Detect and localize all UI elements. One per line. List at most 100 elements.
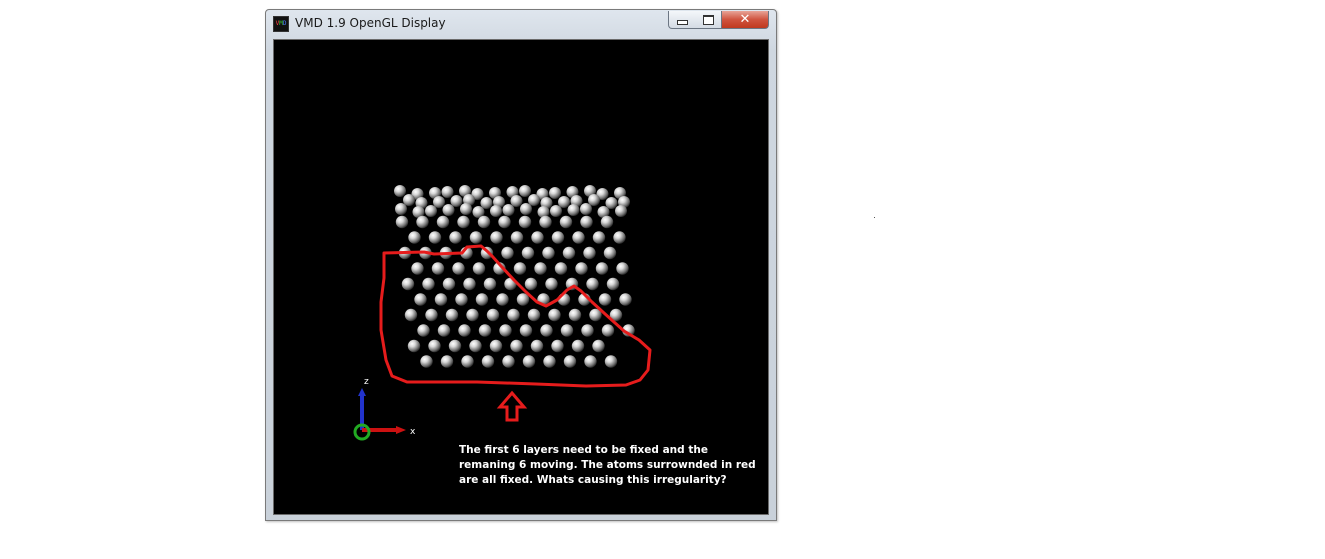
atom bbox=[445, 308, 459, 322]
atom bbox=[571, 339, 585, 353]
atom bbox=[568, 308, 582, 322]
atom bbox=[498, 215, 511, 229]
atom bbox=[527, 308, 541, 322]
axes-indicator: z x bbox=[353, 377, 416, 441]
atom bbox=[531, 231, 544, 244]
atom bbox=[401, 277, 415, 291]
atom bbox=[551, 339, 564, 353]
atom bbox=[448, 339, 462, 353]
atom bbox=[598, 293, 612, 306]
atom bbox=[562, 246, 576, 260]
vmd-display-window: VMD VMD 1.9 OpenGL Display ✕ z x The fir… bbox=[265, 9, 777, 521]
atom bbox=[395, 203, 407, 215]
minimize-icon bbox=[676, 20, 688, 25]
atom bbox=[548, 308, 561, 322]
atom bbox=[572, 231, 585, 244]
maximize-button[interactable] bbox=[695, 11, 722, 29]
atom bbox=[603, 246, 617, 260]
atom bbox=[404, 308, 418, 322]
title-bar[interactable]: VMD VMD 1.9 OpenGL Display ✕ bbox=[266, 10, 776, 39]
annotation-note: The first 6 layers need to be fixed and … bbox=[459, 444, 756, 486]
stray-dot bbox=[874, 217, 875, 218]
atom bbox=[567, 204, 580, 216]
atom bbox=[560, 324, 574, 337]
atom bbox=[586, 277, 599, 291]
atom bbox=[442, 204, 455, 216]
atom bbox=[615, 205, 627, 217]
atom bbox=[519, 324, 533, 337]
atom bbox=[501, 246, 514, 260]
atom bbox=[592, 231, 606, 244]
atom bbox=[490, 231, 503, 244]
atom bbox=[414, 293, 427, 306]
atom bbox=[478, 324, 492, 337]
atom bbox=[528, 194, 540, 206]
atom bbox=[403, 194, 415, 206]
atom bbox=[499, 324, 512, 337]
atom bbox=[449, 231, 462, 244]
atom bbox=[452, 262, 465, 275]
atom bbox=[604, 355, 618, 368]
atom bbox=[522, 355, 536, 368]
atom bbox=[434, 293, 448, 306]
atom bbox=[513, 262, 527, 275]
atom bbox=[540, 324, 553, 337]
close-button[interactable]: ✕ bbox=[722, 11, 769, 29]
atom bbox=[502, 355, 515, 368]
atom bbox=[428, 231, 442, 244]
atom bbox=[469, 231, 483, 244]
atom bbox=[580, 203, 592, 215]
atom bbox=[588, 194, 600, 206]
atom bbox=[425, 205, 437, 217]
atom bbox=[520, 203, 532, 215]
atom bbox=[510, 339, 523, 353]
atom bbox=[600, 215, 614, 229]
atom bbox=[422, 277, 435, 291]
atom bbox=[394, 185, 406, 197]
atom bbox=[551, 231, 565, 244]
atom bbox=[510, 231, 524, 244]
atom bbox=[416, 215, 429, 229]
atom-lattice bbox=[394, 185, 635, 368]
atom bbox=[557, 293, 571, 306]
atom bbox=[428, 339, 441, 353]
z-axis-head bbox=[358, 388, 366, 396]
up-arrow-annotation bbox=[496, 390, 528, 422]
maximize-icon bbox=[702, 14, 714, 25]
atom bbox=[581, 324, 594, 337]
atom bbox=[457, 215, 470, 229]
atom bbox=[510, 195, 523, 207]
close-icon: ✕ bbox=[739, 12, 751, 27]
atom bbox=[559, 215, 573, 229]
atom bbox=[543, 355, 556, 368]
atom bbox=[558, 196, 570, 208]
atom bbox=[507, 308, 520, 322]
atom bbox=[466, 308, 479, 322]
atom bbox=[463, 277, 476, 291]
atom bbox=[442, 277, 456, 291]
atom bbox=[477, 215, 491, 229]
atom bbox=[450, 195, 463, 207]
atom bbox=[437, 324, 451, 337]
atom bbox=[554, 262, 568, 275]
atom bbox=[563, 355, 577, 368]
atom bbox=[605, 197, 618, 209]
atom bbox=[480, 197, 493, 209]
atom bbox=[436, 215, 450, 229]
atom bbox=[619, 293, 632, 306]
opengl-viewport[interactable]: z x The first 6 layers need to be fixed … bbox=[273, 39, 769, 515]
atom bbox=[616, 262, 629, 275]
atom bbox=[489, 339, 503, 353]
atom bbox=[458, 324, 471, 337]
atom bbox=[524, 277, 538, 291]
vmd-app-icon[interactable]: VMD bbox=[273, 16, 289, 32]
atom bbox=[486, 308, 500, 322]
atom bbox=[407, 339, 421, 353]
minimize-button[interactable] bbox=[668, 11, 696, 29]
atom bbox=[475, 293, 489, 306]
atom bbox=[411, 262, 424, 275]
atom bbox=[580, 215, 593, 229]
atom bbox=[490, 205, 502, 217]
atom bbox=[606, 277, 620, 291]
atom bbox=[481, 355, 495, 368]
